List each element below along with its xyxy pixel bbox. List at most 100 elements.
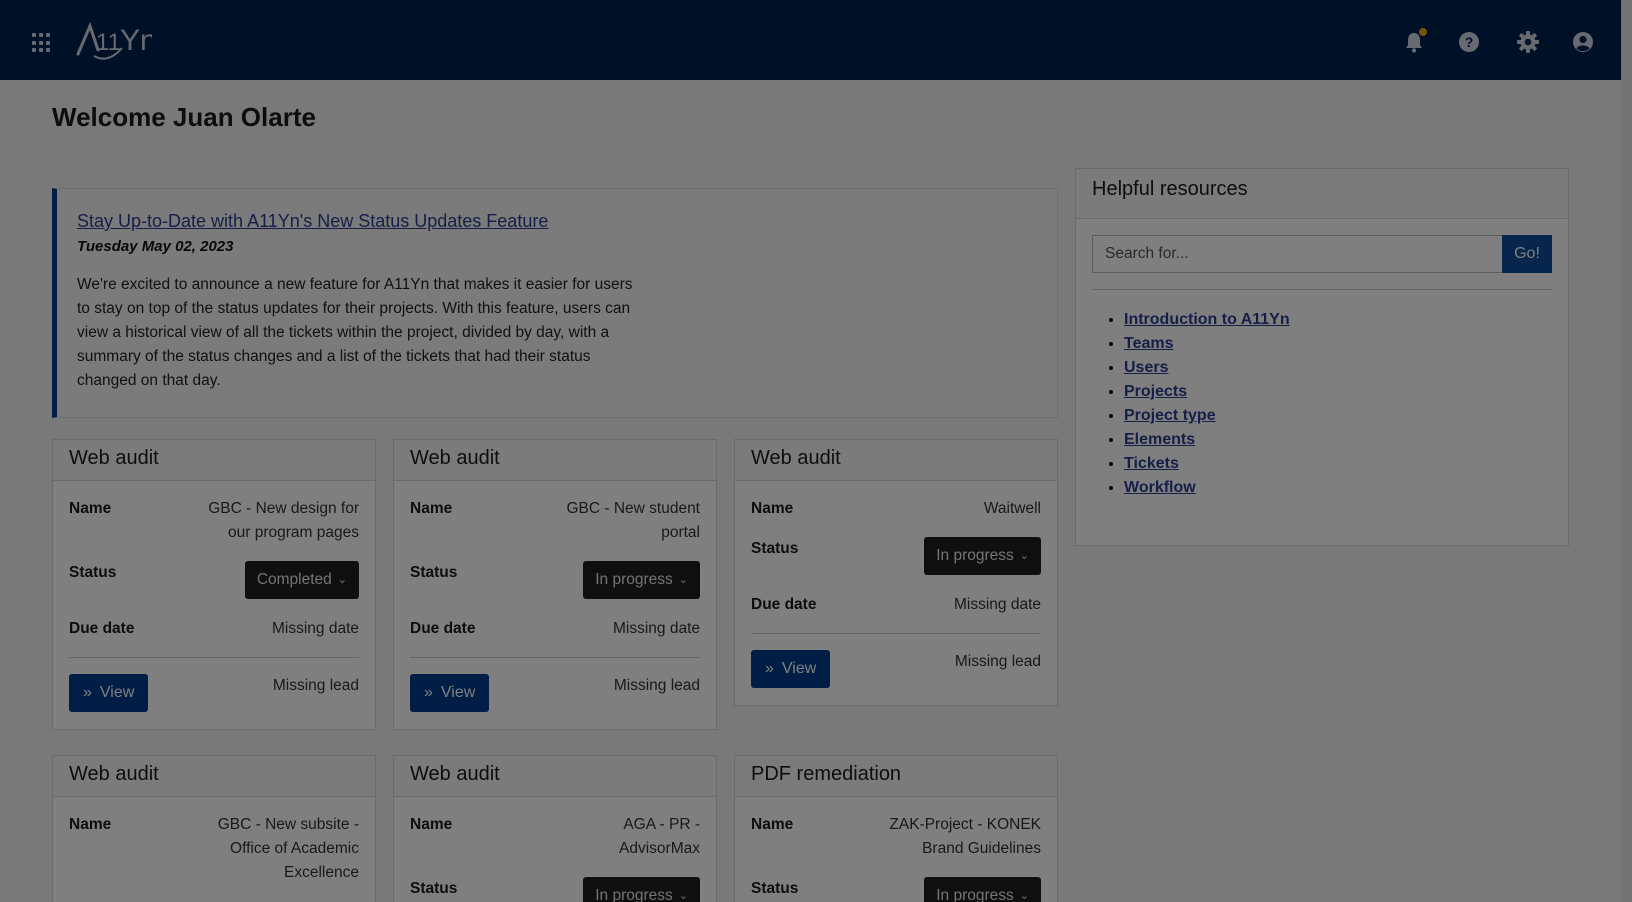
helpful-resources-panel: Helpful resources Search for... Go! Intr… [1075, 168, 1569, 546]
status-dropdown[interactable]: In progress ⌄ [583, 561, 700, 599]
due-date-label: Due date [69, 620, 135, 637]
status-label: Status [410, 880, 458, 897]
status-value: In progress [595, 887, 673, 902]
welcome-heading: Welcome Juan Olarte [52, 102, 316, 132]
card-type-title: Web audit [735, 440, 1057, 481]
lead-value: Missing lead [272, 677, 359, 694]
list-item: Teams [1124, 332, 1568, 356]
card-type-title: PDF remediation [735, 756, 1057, 797]
status-dropdown[interactable]: Completed ⌄ [244, 561, 359, 599]
help-icon[interactable]: ? [1457, 30, 1481, 54]
status-dropdown[interactable]: In progress ⌄ [924, 537, 1041, 575]
apps-grid-icon[interactable] [32, 33, 52, 53]
project-card: Web audit Name GBC - New student portal S… [393, 439, 717, 730]
project-name: ZAK-Project - KONEK Brand Guidelines [889, 816, 1041, 857]
go-button[interactable]: Go! [1502, 235, 1552, 273]
news-date: Tuesday May 02, 2023 [77, 238, 234, 255]
due-date-value: Missing date [271, 620, 359, 637]
list-item: Projects [1124, 380, 1568, 404]
lead-value: Missing lead [613, 677, 700, 694]
project-card: Web audit Name GBC - New design for our p… [52, 439, 376, 730]
card-type-title: Web audit [394, 756, 716, 797]
news-announcement: Stay Up-to-Date with A11Yn's New Status … [52, 188, 1058, 418]
resource-link[interactable]: Workflow [1124, 479, 1196, 496]
resources-search: Search for... Go! [1092, 235, 1552, 273]
project-card: Web audit Name AGA - PR - AdvisorMax Stat… [393, 755, 717, 902]
divider [751, 633, 1041, 634]
list-item: Project type [1124, 404, 1568, 428]
double-chevron-right-icon: » [83, 684, 92, 701]
list-item: Tickets [1124, 452, 1568, 476]
resource-link[interactable]: Project type [1124, 407, 1216, 424]
top-navbar: 11 Yn ? [0, 0, 1621, 80]
project-card: PDF remediation Name ZAK-Project - KONEK … [734, 755, 1058, 902]
list-item: Elements [1124, 428, 1568, 452]
double-chevron-right-icon: » [424, 684, 433, 701]
status-value: Completed [256, 571, 332, 588]
resource-link[interactable]: Users [1124, 359, 1168, 376]
svg-text:?: ? [1465, 34, 1474, 50]
name-label: Name [751, 816, 794, 833]
due-date-label: Due date [410, 620, 476, 637]
resource-link[interactable]: Tickets [1124, 455, 1179, 472]
status-label: Status [751, 540, 799, 557]
user-icon[interactable] [1571, 30, 1595, 54]
svg-text:Yn: Yn [120, 24, 152, 57]
view-button[interactable]: » View [751, 650, 831, 688]
project-card: Web audit Name Waitwell Status In progress… [734, 439, 1058, 706]
card-type-title: Web audit [394, 440, 716, 481]
double-chevron-right-icon: » [765, 660, 774, 677]
status-value: In progress [936, 547, 1014, 564]
status-value: In progress [595, 571, 673, 588]
status-dropdown[interactable]: In progress ⌄ [924, 877, 1041, 902]
due-date-value: Missing date [953, 596, 1041, 613]
gear-icon[interactable] [1516, 30, 1540, 54]
lead-value: Missing lead [954, 653, 1041, 670]
chevron-down-icon: ⌄ [1019, 550, 1029, 562]
status-label: Status [751, 880, 799, 897]
status-label: Status [69, 564, 117, 581]
project-name: GBC - New subsite - Office of Academic E… [217, 816, 359, 881]
card-type-title: Web audit [53, 440, 375, 481]
project-name: Waitwell [983, 500, 1041, 517]
name-label: Name [69, 816, 112, 833]
due-date-value: Missing date [612, 620, 700, 637]
project-name: GBC - New student portal [566, 500, 700, 541]
divider [1092, 289, 1552, 290]
chevron-down-icon: ⌄ [1019, 890, 1029, 902]
divider [410, 657, 700, 658]
name-label: Name [410, 500, 453, 517]
news-title-link[interactable]: Stay Up-to-Date with A11Yn's New Status … [77, 211, 548, 232]
card-type-title: Web audit [53, 756, 375, 797]
due-date-label: Due date [751, 596, 817, 613]
list-item: Workflow [1124, 476, 1568, 500]
search-input[interactable]: Search for... [1092, 235, 1502, 273]
notification-dot [1419, 28, 1427, 36]
name-label: Name [410, 816, 453, 833]
resource-link[interactable]: Elements [1124, 431, 1195, 448]
project-name: GBC - New design for our program pages [208, 500, 359, 541]
project-card: Web audit Name GBC - New subsite - Office… [52, 755, 376, 902]
list-item: Introduction to A11Yn [1124, 308, 1568, 332]
helpful-resources-title: Helpful resources [1076, 169, 1568, 219]
status-value: In progress [936, 887, 1014, 902]
scrollbar[interactable] [1621, 0, 1632, 902]
resource-link[interactable]: Teams [1124, 335, 1174, 352]
divider [69, 657, 359, 658]
name-label: Name [69, 500, 112, 517]
resource-link[interactable]: Projects [1124, 383, 1187, 400]
chevron-down-icon: ⌄ [678, 574, 688, 586]
news-body: We're excited to announce a new feature … [77, 276, 633, 389]
view-label: View [99, 684, 135, 701]
status-dropdown[interactable]: In progress ⌄ [583, 877, 700, 902]
list-item: Users [1124, 356, 1568, 380]
view-button[interactable]: » View [410, 674, 490, 712]
project-name: AGA - PR - AdvisorMax [619, 816, 700, 857]
chevron-down-icon: ⌄ [337, 574, 347, 586]
view-label: View [781, 660, 817, 677]
view-button[interactable]: » View [69, 674, 149, 712]
bell-icon[interactable] [1402, 28, 1427, 54]
resource-link[interactable]: Introduction to A11Yn [1124, 311, 1290, 328]
resources-link-list: Introduction to A11Yn Teams Users Projec… [1124, 308, 1568, 500]
a11yn-logo[interactable]: 11 Yn [74, 18, 157, 62]
